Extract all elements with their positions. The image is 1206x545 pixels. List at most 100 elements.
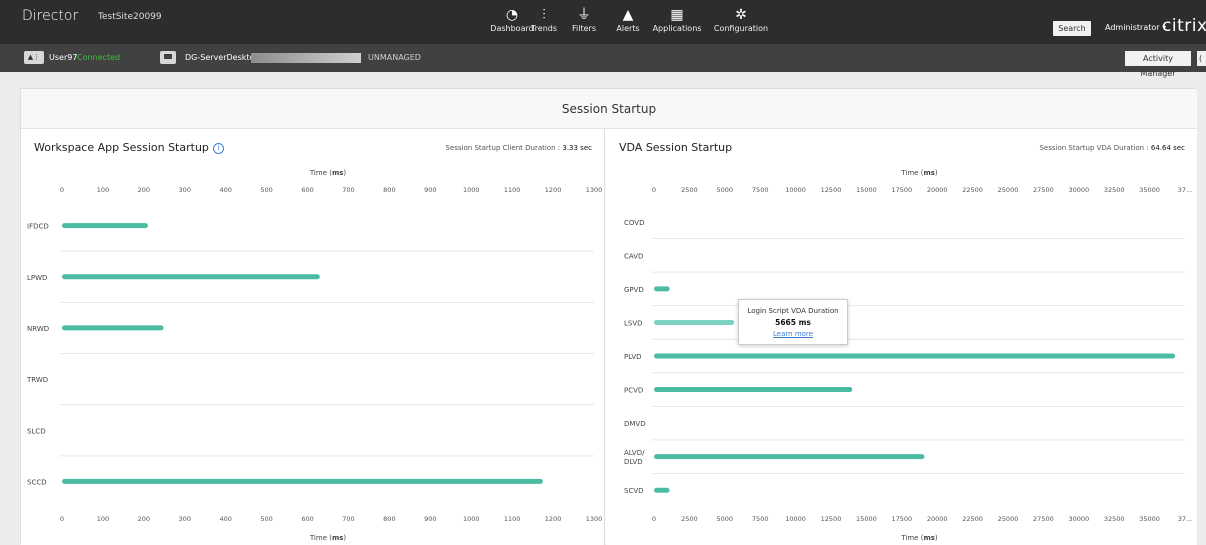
tick-label-bottom: 10000 [785, 515, 806, 523]
category-label: IFDCD [27, 223, 49, 231]
tick-label-bottom: 15000 [856, 515, 877, 523]
tick-label-bottom: 0 [652, 515, 656, 523]
tooltip-title: Login Script VDA Duration [747, 307, 839, 315]
tick-label-top: 2500 [681, 186, 698, 194]
user-icon[interactable]: ▲⋮ [24, 51, 44, 64]
duration-bar [62, 478, 543, 484]
tick-label-top: 1200 [545, 186, 562, 194]
tooltip-value: 5665 ms [775, 318, 811, 327]
tick-label-top: 12500 [821, 186, 842, 194]
duration-bar [654, 387, 853, 393]
learn-more-link[interactable]: Learn more [739, 330, 847, 338]
category-label: SLCD [27, 427, 46, 435]
vda-chart: Time (ms) Time (ms) 0 0 2500 2500 5000 5000 7500… [624, 169, 1192, 542]
category-label: ALVD/DLVD [624, 449, 645, 466]
duration-bar [654, 319, 735, 325]
workspace-app-panel: Workspace App Session Startup i Session S… [21, 129, 605, 545]
tick-label-bottom: 1200 [545, 515, 562, 523]
tick-label-top: 400 [219, 186, 231, 194]
configuration-icon: ✲ [735, 7, 747, 23]
category-label: GPVD [624, 286, 644, 294]
nav-configuration[interactable]: ✲ Configuration [711, 6, 771, 33]
section-title: Session Startup [21, 89, 1197, 129]
tick-label-top: 7500 [752, 186, 769, 194]
nav-applications[interactable]: ▦ Applications [647, 6, 707, 33]
tick-label-top: 0 [652, 186, 656, 194]
tick-label-bottom: 400 [219, 515, 231, 523]
tick-label-bottom: 1100 [504, 515, 521, 523]
tick-label-top: 1100 [504, 186, 521, 194]
category-label: DMVD [624, 420, 646, 428]
category-label: SCVD [624, 487, 644, 495]
user-name: User97 [49, 53, 78, 62]
tick-label-bottom: 600 [301, 515, 313, 523]
tick-label-top: 700 [342, 186, 354, 194]
nav-alerts-label: Alerts [616, 24, 640, 33]
tick-label-bottom: 30000 [1068, 515, 1089, 523]
admin-menu[interactable]: Administrator ▾ [1105, 23, 1166, 32]
tick-label-top: 900 [424, 186, 436, 194]
tick-label-top: 100 [97, 186, 109, 194]
nav-configuration-label: Configuration [713, 24, 769, 33]
category-label: LSVD [624, 319, 643, 327]
duration-bar [62, 274, 320, 280]
tick-label-bottom: 7500 [752, 515, 769, 523]
duration-bar [654, 487, 670, 493]
tick-label-top: 22500 [962, 186, 983, 194]
tick-label-top: 800 [383, 186, 395, 194]
tick-label-top: 25000 [998, 186, 1019, 194]
tick-label-bottom: 1000 [463, 515, 480, 523]
tick-label-bottom: 500 [260, 515, 272, 523]
tick-label-top: 20000 [927, 186, 948, 194]
category-label: SCCD [27, 478, 47, 486]
tick-label-bottom: 17500 [891, 515, 912, 523]
tick-label-bottom: 100 [97, 515, 109, 523]
axis-title-top: Time (ms) [309, 169, 347, 177]
more-button[interactable]: ( [1197, 51, 1206, 66]
tick-label-bottom: 300 [179, 515, 191, 523]
workspace-app-chart: Time (ms) Time (ms) 0 0 100 100 200 200 300 300 40… [26, 169, 603, 542]
redacted-field [251, 53, 361, 63]
monitor-icon[interactable] [160, 51, 176, 64]
main-content: Session Startup Workspace App Session St… [20, 88, 1197, 545]
tick-label-top: 0 [60, 186, 64, 194]
tick-label-top: 32500 [1104, 186, 1125, 194]
tick-label-top: 200 [138, 186, 150, 194]
category-label: PCVD [624, 387, 643, 395]
app-title: Director [22, 8, 79, 24]
applications-icon: ▦ [670, 7, 684, 23]
tick-label-bottom: 37... [1178, 515, 1192, 523]
nav-applications-label: Applications [652, 24, 702, 33]
tick-label-top: 10000 [785, 186, 806, 194]
tick-label-bottom: 200 [138, 515, 150, 523]
category-label: COVD [624, 219, 644, 227]
session-subbar: ▲⋮ User97 Connected DG-ServerDesktop UNM… [0, 44, 1206, 78]
category-label: PLVD [624, 353, 642, 361]
axis-title-bottom: Time (ms) [309, 534, 347, 542]
tick-label-bottom: 20000 [927, 515, 948, 523]
duration-bar [654, 454, 925, 460]
duration-bar [62, 325, 164, 331]
duration-bar [654, 353, 1176, 359]
duration-bar [62, 223, 148, 229]
tick-label-bottom: 12500 [821, 515, 842, 523]
tick-label-bottom: 25000 [998, 515, 1019, 523]
bar-tooltip: Login Script VDA Duration 5665 ms Learn … [738, 299, 848, 345]
connection-status: Connected [77, 53, 121, 62]
activity-manager-button[interactable]: Activity Manager [1125, 51, 1191, 78]
tick-label-top: 1000 [463, 186, 480, 194]
tick-label-top: 5000 [717, 186, 734, 194]
citrix-logo: citrix [1162, 16, 1206, 36]
category-label: CAVD [624, 252, 643, 260]
tick-label-bottom: 27500 [1033, 515, 1054, 523]
tick-label-bottom: 1300 [586, 515, 603, 523]
category-label: LPWD [27, 274, 47, 282]
managed-status: UNMANAGED [368, 53, 421, 62]
search-button[interactable]: Search [1053, 21, 1091, 36]
tick-label-bottom: 0 [60, 515, 64, 523]
tick-label-bottom: 32500 [1104, 515, 1125, 523]
tick-label-top: 500 [260, 186, 272, 194]
tick-label-bottom: 2500 [681, 515, 698, 523]
category-label: TRWD [26, 376, 48, 384]
axis-title-top: Time (ms) [900, 169, 938, 177]
